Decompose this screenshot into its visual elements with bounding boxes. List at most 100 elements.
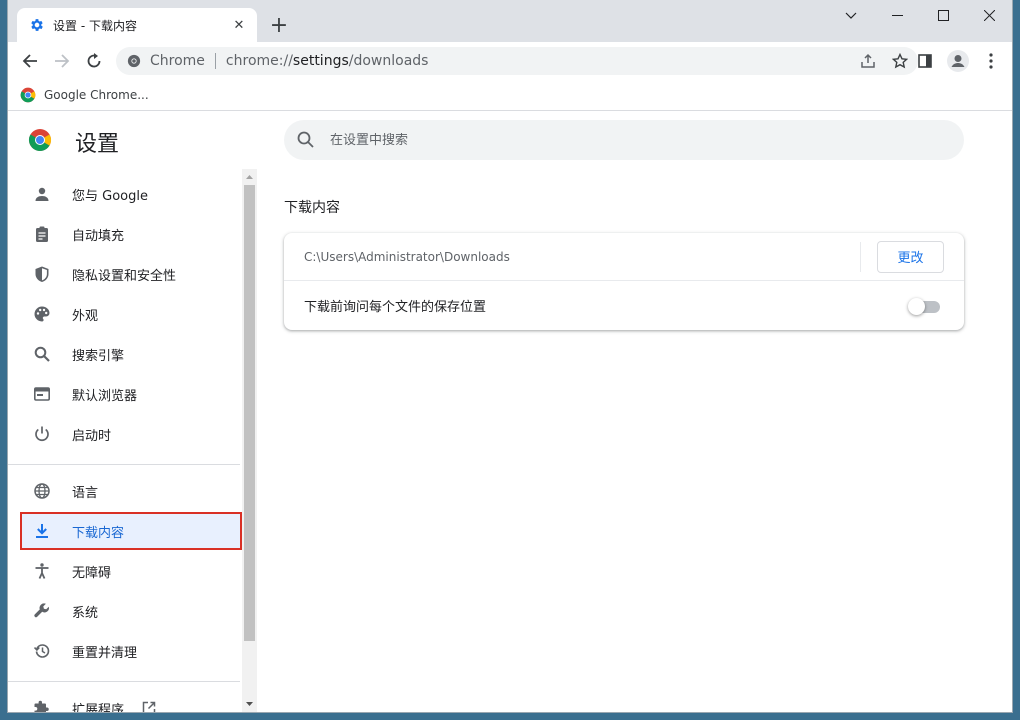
- close-window-button[interactable]: [966, 0, 1012, 30]
- settings-page: 设置 您与 Google 自动填充: [8, 112, 1012, 712]
- scroll-down-arrow[interactable]: [242, 697, 257, 711]
- gear-icon: [31, 19, 43, 31]
- nav-scrollbar[interactable]: [242, 169, 257, 712]
- ask-where-to-save-row[interactable]: 下载前询问每个文件的保存位置: [284, 281, 964, 330]
- url-host: settings: [292, 53, 349, 69]
- nav-item-extensions[interactable]: 扩展程序: [22, 691, 240, 712]
- nav-item-privacy[interactable]: 隐私设置和安全性: [22, 257, 240, 291]
- bookmarks-bar: Google Chrome...: [8, 80, 1012, 111]
- toggle-knob: [908, 297, 925, 315]
- nav-item-label: 外观: [72, 308, 99, 324]
- download-location-path: C:\Users\Administrator\Downloads: [304, 249, 510, 264]
- settings-search[interactable]: [284, 120, 964, 160]
- person-icon: [32, 184, 52, 204]
- maximize-icon: [937, 9, 949, 21]
- open-in-new-icon: [142, 701, 156, 712]
- nav-item-accessibility[interactable]: 无障碍: [22, 554, 240, 588]
- bookmark-item[interactable]: Google Chrome...: [20, 84, 149, 106]
- tab-title: 设置 - 下载内容: [53, 18, 137, 33]
- nav-item-label: 搜索引擎: [72, 348, 125, 364]
- tab-search-button[interactable]: [828, 0, 874, 30]
- arrow-right-icon: [55, 54, 70, 68]
- nav-item-default-browser[interactable]: 默认浏览器: [22, 377, 240, 411]
- nav-item-label: 启动时: [72, 428, 112, 444]
- arrow-left-icon: [22, 54, 37, 68]
- toolbar: Chrome chrome://settings/downloads: [8, 42, 1012, 80]
- shield-icon: [32, 264, 52, 284]
- side-panel-icon: [918, 54, 932, 68]
- nav-item-appearance[interactable]: 外观: [22, 297, 240, 331]
- minimize-icon: [891, 14, 903, 16]
- palette-icon: [32, 304, 52, 324]
- nav-item-label: 隐私设置和安全性: [72, 268, 177, 284]
- omnibox-separator: [214, 53, 216, 69]
- more-vertical-icon: [989, 53, 993, 69]
- search-input[interactable]: [330, 132, 890, 148]
- nav-item-label: 扩展程序: [72, 702, 125, 713]
- history-icon: [32, 641, 52, 661]
- profile-button[interactable]: [943, 46, 973, 76]
- forward-button[interactable]: [47, 46, 77, 76]
- menu-button[interactable]: [976, 46, 1006, 76]
- page-title: 设置: [75, 132, 120, 157]
- nav-divider: [8, 464, 240, 465]
- nav-item-autofill[interactable]: 自动填充: [22, 217, 240, 251]
- chrome-logo-icon: [20, 87, 36, 103]
- power-icon: [32, 424, 52, 444]
- settings-nav: 您与 Google 自动填充 隐私设置和安全性 外观 搜索引擎 默认浏览器 启动…: [8, 169, 242, 712]
- nav-item-search-engine[interactable]: 搜索引擎: [22, 337, 240, 371]
- tab-settings-downloads[interactable]: 设置 - 下载内容 ✕: [17, 8, 257, 42]
- search-icon: [297, 131, 314, 148]
- close-icon: [983, 9, 995, 21]
- download-icon: [32, 521, 52, 541]
- chrome-site-icon: [127, 54, 141, 68]
- url-scheme: chrome://: [225, 53, 293, 69]
- nav-item-label: 您与 Google: [72, 188, 148, 204]
- back-button[interactable]: [15, 46, 45, 76]
- browser-window: 设置 - 下载内容 ✕ + Chrome chrome://settings/d…: [8, 0, 1012, 712]
- nav-item-label: 无障碍: [72, 565, 112, 581]
- share-icon: [861, 53, 875, 68]
- scroll-up-arrow[interactable]: [242, 169, 257, 183]
- section-title: 下载内容: [284, 200, 340, 216]
- side-panel-button[interactable]: [910, 46, 940, 76]
- nav-item-label: 语言: [72, 485, 99, 501]
- nav-item-label: 自动填充: [72, 228, 125, 244]
- chrome-logo-icon: [29, 129, 51, 151]
- nav-item-languages[interactable]: 语言: [22, 474, 240, 508]
- nav-item-you-and-google[interactable]: 您与 Google: [22, 177, 240, 211]
- change-location-button[interactable]: 更改: [877, 240, 944, 273]
- wrench-icon: [32, 601, 52, 621]
- download-location-row: C:\Users\Administrator\Downloads 更改: [284, 233, 964, 281]
- nav-item-label: 重置并清理: [72, 645, 138, 661]
- maximize-button[interactable]: [920, 0, 966, 30]
- new-tab-button[interactable]: +: [266, 13, 292, 39]
- puzzle-icon: [32, 698, 52, 712]
- omnibox[interactable]: Chrome chrome://settings/downloads: [116, 47, 918, 75]
- nav-item-downloads[interactable]: 下载内容: [20, 512, 242, 550]
- nav-item-system[interactable]: 系统: [22, 594, 240, 628]
- browser-icon: [32, 384, 52, 404]
- scroll-thumb[interactable]: [244, 185, 255, 641]
- reload-button[interactable]: [79, 46, 109, 76]
- tab-strip: 设置 - 下载内容 ✕ +: [8, 0, 1012, 42]
- globe-icon: [32, 481, 52, 501]
- close-icon[interactable]: ✕: [231, 17, 247, 33]
- chevron-down-icon: [845, 12, 857, 19]
- nav-item-reset[interactable]: 重置并清理: [22, 634, 240, 668]
- nav-item-label: 默认浏览器: [72, 388, 138, 404]
- row-separator: [860, 241, 861, 272]
- share-button[interactable]: [854, 47, 882, 75]
- nav-divider: [8, 681, 240, 682]
- star-icon: [892, 53, 908, 69]
- accessibility-icon: [32, 561, 52, 581]
- omnibox-site-label: Chrome: [150, 53, 205, 69]
- avatar-icon: [947, 50, 969, 72]
- minimize-button[interactable]: [874, 0, 920, 30]
- nav-item-on-startup[interactable]: 启动时: [22, 417, 240, 451]
- search-icon: [32, 344, 52, 364]
- downloads-card: C:\Users\Administrator\Downloads 更改 下载前询…: [284, 233, 964, 330]
- omnibox-url[interactable]: chrome://settings/downloads: [226, 53, 854, 69]
- url-path: /downloads: [348, 53, 429, 69]
- ask-where-to-save-toggle[interactable]: [908, 297, 942, 315]
